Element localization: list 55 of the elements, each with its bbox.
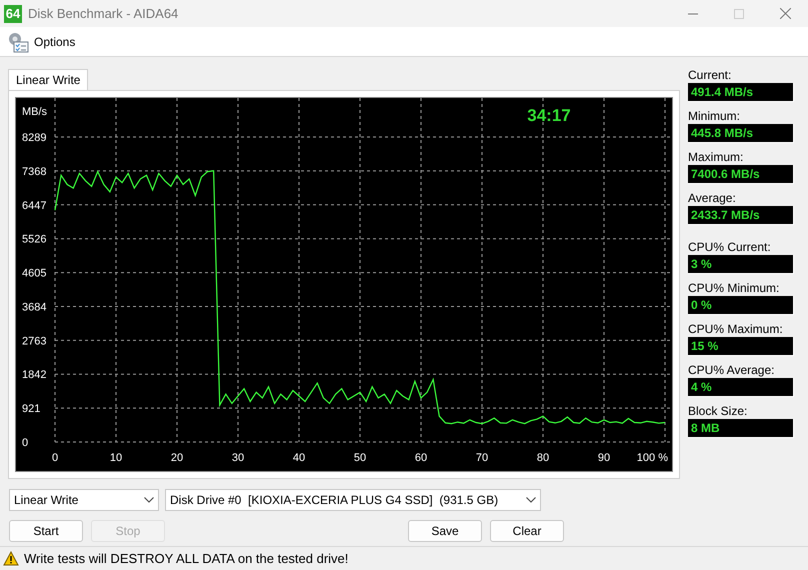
y-tick-label: 1842 bbox=[22, 369, 46, 382]
stat-value: 4 % bbox=[688, 378, 794, 397]
stat-label: CPU% Current: bbox=[688, 239, 772, 255]
status-message: Write tests will DESTROY ALL DATA on the tested drive! bbox=[24, 550, 350, 568]
stat-label: Block Size: bbox=[688, 403, 748, 419]
stat-value: 7400.6 MB/s bbox=[688, 165, 794, 184]
y-axis-label: MB/s bbox=[22, 106, 48, 118]
y-tick-label: 921 bbox=[22, 403, 40, 416]
stat-value: 8 MB bbox=[688, 419, 794, 438]
test-dropdown[interactable]: Linear Write bbox=[9, 489, 159, 511]
chevron-down-icon bbox=[144, 497, 154, 503]
x-tick-label: 20 bbox=[170, 452, 184, 464]
stat-value: 0 % bbox=[688, 296, 794, 315]
chevron-down-icon bbox=[526, 497, 536, 503]
y-tick-label: 6447 bbox=[22, 200, 46, 212]
drive-dropdown[interactable]: Disk Drive #0 [KIOXIA-EXCERIA PLUS G4 SSD] (931.5 GB) bbox=[165, 489, 541, 511]
stat-label: Current: bbox=[688, 67, 732, 83]
action-button[interactable]: Save bbox=[408, 520, 482, 542]
stat-value: 445.8 MB/s bbox=[688, 124, 794, 143]
stat-label: CPU% Minimum: bbox=[688, 280, 780, 296]
x-tick-label: 100 % bbox=[636, 452, 668, 464]
stat-value: 3 % bbox=[688, 255, 794, 274]
y-tick-label: 7368 bbox=[22, 166, 46, 178]
y-tick-label: 4605 bbox=[22, 268, 46, 280]
gear-checklist-icon bbox=[6, 30, 30, 52]
stat-label: Minimum: bbox=[688, 108, 742, 124]
y-tick-label: 5526 bbox=[22, 234, 46, 246]
y-tick-label: 2763 bbox=[22, 335, 46, 348]
warning-icon bbox=[3, 551, 19, 566]
stat-value: 491.4 MB/s bbox=[688, 83, 794, 102]
x-tick-label: 10 bbox=[110, 452, 122, 464]
y-tick-label: 0 bbox=[22, 437, 28, 449]
stat-value: 15 % bbox=[688, 337, 794, 356]
options-button[interactable]: Options bbox=[6, 30, 76, 52]
elapsed-timer: 34:17 bbox=[527, 106, 571, 125]
y-tick-label: 3684 bbox=[22, 301, 46, 314]
stat-label: CPU% Average: bbox=[688, 362, 776, 378]
stat-label: Average: bbox=[688, 190, 737, 206]
x-tick-label: 70 bbox=[476, 452, 488, 464]
stat-label: CPU% Maximum: bbox=[688, 321, 784, 337]
x-tick-label: 50 bbox=[354, 452, 366, 464]
x-tick-label: 80 bbox=[536, 452, 550, 464]
action-button[interactable]: Clear bbox=[490, 520, 564, 542]
app-logo: 64 bbox=[4, 4, 22, 22]
stat-value: 2433.7 MB/s bbox=[688, 206, 794, 225]
x-tick-label: 30 bbox=[232, 452, 244, 464]
x-tick-label: 0 bbox=[52, 452, 58, 464]
y-tick-label: 8289 bbox=[22, 132, 46, 144]
action-button[interactable]: Start bbox=[9, 520, 83, 542]
x-tick-label: 40 bbox=[292, 452, 306, 464]
window-title: Disk Benchmark - AIDA64 bbox=[28, 4, 178, 23]
x-tick-label: 60 bbox=[414, 452, 428, 464]
tab[interactable]: Linear Write bbox=[8, 69, 88, 90]
stat-label: Maximum: bbox=[688, 149, 744, 165]
x-tick-label: 90 bbox=[598, 452, 610, 464]
